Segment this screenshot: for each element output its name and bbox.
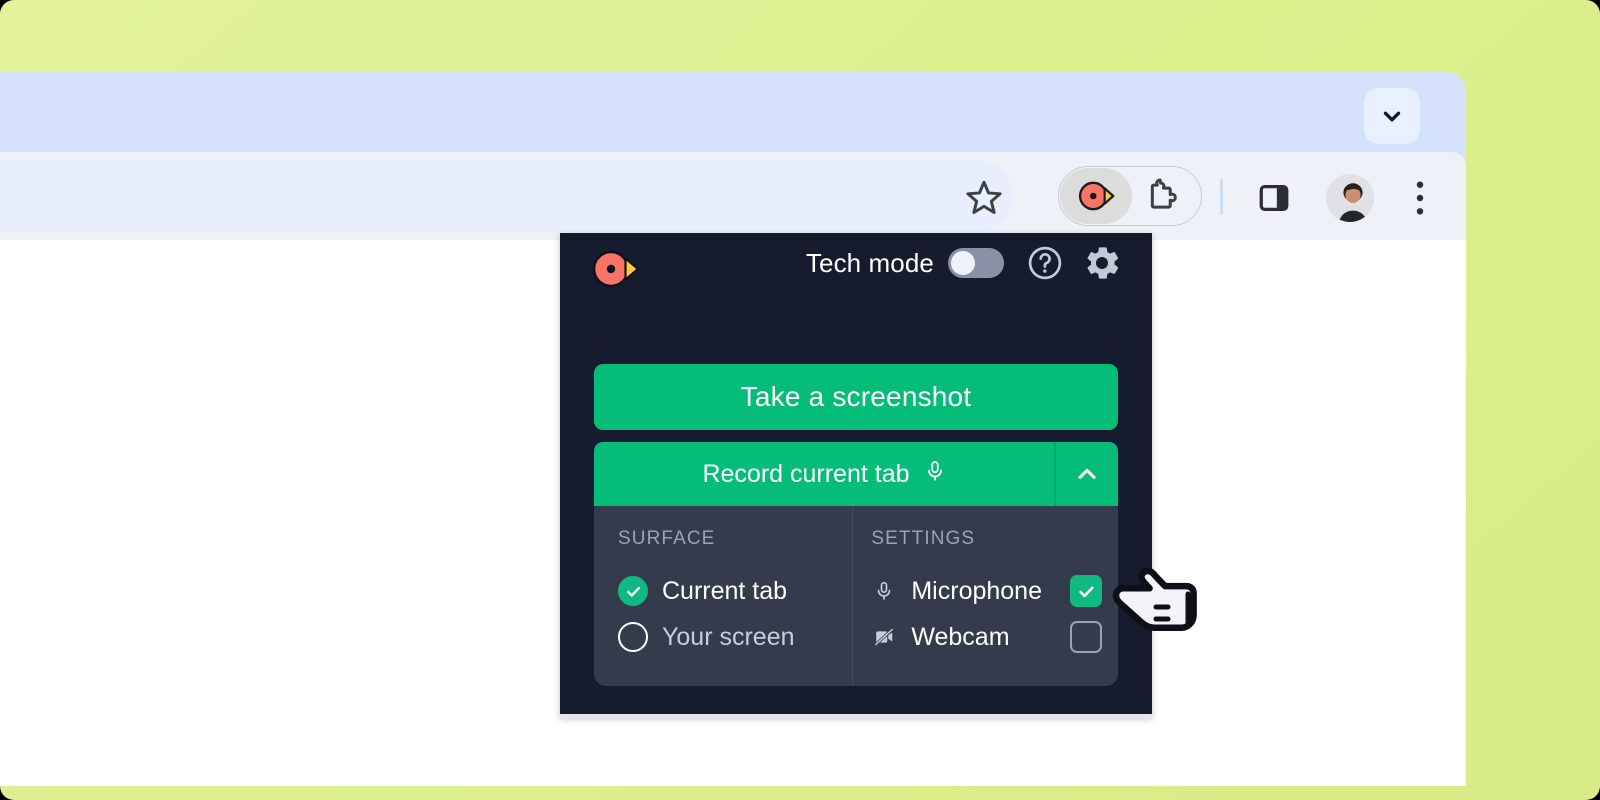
extensions-pill <box>1058 166 1202 226</box>
surface-option-your-screen[interactable]: Your screen <box>594 614 852 660</box>
settings-option-webcam-label: Webcam <box>911 622 1010 651</box>
surface-option-current-tab-label: Current tab <box>662 576 788 605</box>
settings-option-webcam[interactable]: Webcam <box>853 614 1118 660</box>
help-icon[interactable] <box>1026 244 1064 282</box>
take-screenshot-button[interactable]: Take a screenshot <box>594 364 1118 430</box>
screencastify-logo[interactable] <box>592 247 640 291</box>
toolbar-divider <box>1220 179 1223 215</box>
record-options-dropdown: SURFACE Current tab Your screen SETTINGS <box>594 506 1118 686</box>
pointing-hand-cursor <box>1108 552 1208 642</box>
tech-mode-toggle-knob <box>951 251 975 275</box>
webcam-checkbox[interactable] <box>1070 621 1102 653</box>
settings-option-microphone-label: Microphone <box>911 576 1042 605</box>
tech-mode-toggle[interactable] <box>948 248 1004 278</box>
surface-column: SURFACE Current tab Your screen <box>594 506 852 686</box>
record-current-tab-button[interactable]: Record current tab <box>594 442 1054 506</box>
surface-option-your-screen-label: Your screen <box>662 622 795 651</box>
chevron-down-icon[interactable] <box>1364 88 1420 144</box>
microphone-checkbox[interactable] <box>1070 575 1102 607</box>
panel-bottom-edge <box>560 714 1152 719</box>
screenshot-root: Tech mode Take a screenshot Record curre… <box>0 0 1600 800</box>
surface-heading: SURFACE <box>618 528 716 549</box>
microphone-icon <box>871 577 897 605</box>
extension-popup-panel: Tech mode Take a screenshot Record curre… <box>560 233 1152 717</box>
settings-column: SETTINGS Microphone Webcam <box>852 506 1118 686</box>
settings-heading: SETTINGS <box>871 528 976 549</box>
panel-header-controls: Tech mode <box>806 243 1122 283</box>
profile-avatar[interactable] <box>1326 174 1374 222</box>
chevron-up-icon[interactable] <box>1054 442 1118 506</box>
radio-unselected-icon <box>618 622 648 652</box>
record-current-tab-label: Record current tab <box>702 459 910 488</box>
side-panel-icon[interactable] <box>1252 176 1296 220</box>
kebab-menu-icon[interactable] <box>1400 176 1440 220</box>
webcam-off-icon <box>871 623 897 651</box>
bookmark-star-icon[interactable] <box>960 174 1008 222</box>
gear-icon[interactable] <box>1082 243 1122 283</box>
take-screenshot-label: Take a screenshot <box>740 381 972 412</box>
surface-option-current-tab[interactable]: Current tab <box>594 568 852 614</box>
omnibox[interactable] <box>0 160 1012 232</box>
extension-screencast-icon[interactable] <box>1060 168 1132 224</box>
browser-toolbar <box>0 152 1466 240</box>
radio-selected-icon <box>618 576 648 606</box>
tech-mode-label: Tech mode <box>805 247 934 278</box>
record-button-group: Record current tab <box>594 442 1118 506</box>
puzzle-extensions-icon[interactable] <box>1129 167 1195 225</box>
microphone-icon <box>924 457 946 492</box>
settings-option-microphone[interactable]: Microphone <box>853 568 1118 614</box>
